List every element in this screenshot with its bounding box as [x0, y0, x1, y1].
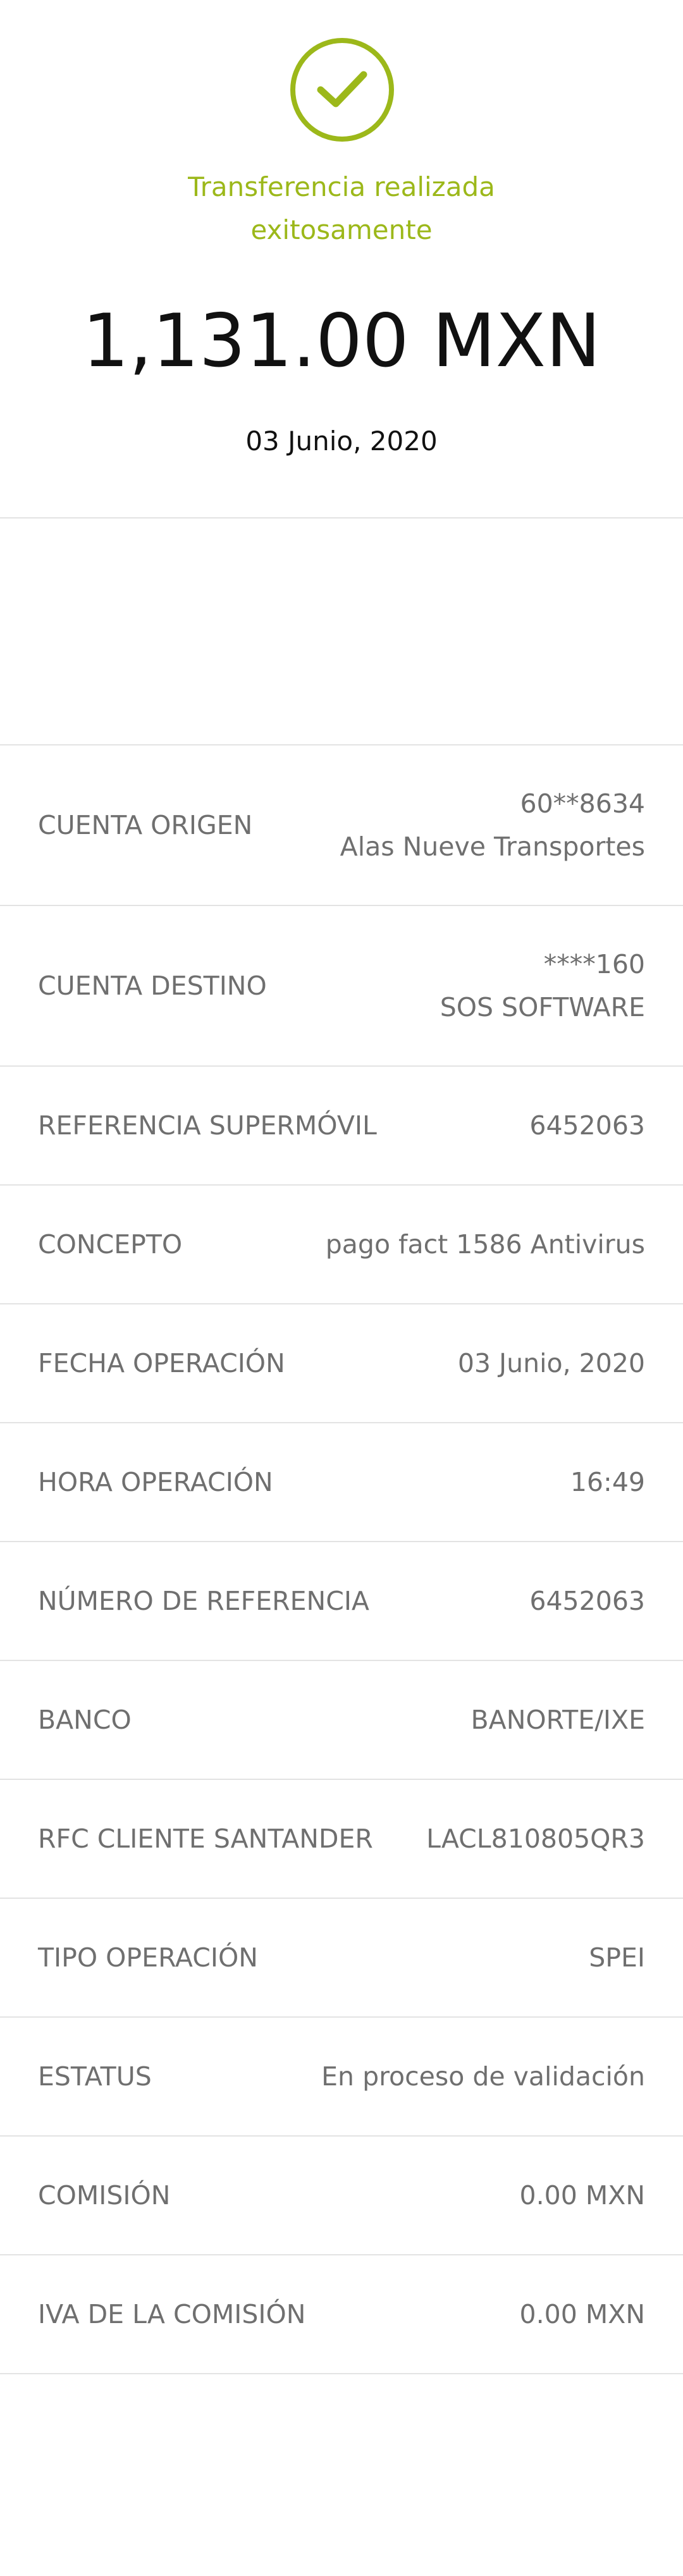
header-divider [0, 517, 683, 518]
detail-row-numero-referencia: NÚMERO DE REFERENCIA 6452063 [0, 1542, 683, 1661]
transfer-details-list: CUENTA ORIGEN 60**8634 Alas Nueve Transp… [0, 744, 683, 2374]
detail-value: SPEI [589, 1942, 645, 1973]
detail-label: HORA OPERACIÓN [38, 1467, 273, 1497]
detail-row-concepto: CONCEPTO pago fact 1586 Antivirus [0, 1186, 683, 1304]
detail-row-hora-operacion: HORA OPERACIÓN 16:49 [0, 1423, 683, 1542]
detail-label: NÚMERO DE REFERENCIA [38, 1586, 369, 1616]
detail-row-cuenta-destino: CUENTA DESTINO ****160 SOS SOFTWARE [0, 906, 683, 1067]
detail-value: 0.00 MXN [519, 2299, 645, 2329]
receipt-header: Transferencia realizada exitosamente 1,1… [0, 0, 683, 517]
success-message-line1: Transferencia realizada [188, 171, 495, 202]
detail-label: FECHA OPERACIÓN [38, 1348, 285, 1378]
detail-label: CUENTA ORIGEN [38, 810, 253, 840]
detail-label: TIPO OPERACIÓN [38, 1942, 258, 1973]
success-check-icon [290, 38, 394, 142]
detail-row-iva-comision: IVA DE LA COMISIÓN 0.00 MXN [0, 2255, 683, 2374]
destination-account-number: ****160 [543, 949, 645, 979]
origin-account-name: Alas Nueve Transportes [340, 831, 645, 862]
status-value: En proceso de validación [321, 2061, 645, 2092]
success-message: Transferencia realizada exitosamente [126, 166, 557, 252]
detail-row-tipo-operacion: TIPO OPERACIÓN SPEI [0, 1899, 683, 2018]
detail-label: RFC CLIENTE SANTANDER [38, 1824, 373, 1854]
detail-label: ESTATUS [38, 2061, 152, 2092]
detail-row-referencia-supermovil: REFERENCIA SUPERMÓVIL 6452063 [0, 1067, 683, 1186]
detail-value: 0.00 MXN [519, 2180, 645, 2211]
detail-value: 03 Junio, 2020 [457, 1348, 645, 1378]
detail-row-fecha-operacion: FECHA OPERACIÓN 03 Junio, 2020 [0, 1304, 683, 1423]
detail-label: REFERENCIA SUPERMÓVIL [38, 1110, 377, 1141]
detail-value: LACL810805QR3 [426, 1824, 645, 1854]
detail-row-cuenta-origen: CUENTA ORIGEN 60**8634 Alas Nueve Transp… [0, 745, 683, 906]
detail-label: IVA DE LA COMISIÓN [38, 2299, 306, 2329]
detail-label: CONCEPTO [38, 1229, 183, 1260]
detail-value: ****160 SOS SOFTWARE [440, 943, 645, 1029]
transfer-amount: 1,131.00 MXN [82, 298, 601, 384]
detail-label: BANCO [38, 1705, 132, 1735]
detail-value: 60**8634 Alas Nueve Transportes [340, 782, 645, 868]
detail-value: 16:49 [570, 1467, 645, 1497]
transfer-date: 03 Junio, 2020 [245, 426, 438, 457]
transfer-receipt-page: Transferencia realizada exitosamente 1,1… [0, 0, 683, 2576]
destination-account-name: SOS SOFTWARE [440, 992, 645, 1022]
detail-row-banco: BANCO BANORTE/IXE [0, 1661, 683, 1780]
detail-row-estatus: ESTATUS En proceso de validación [0, 2018, 683, 2137]
detail-label: CUENTA DESTINO [38, 971, 267, 1001]
success-message-line2: exitosamente [250, 214, 433, 245]
detail-label: COMISIÓN [38, 2180, 171, 2211]
origin-account-number: 60**8634 [520, 788, 645, 819]
detail-value: 6452063 [529, 1110, 645, 1141]
detail-row-comision: COMISIÓN 0.00 MXN [0, 2137, 683, 2255]
detail-value: 6452063 [529, 1586, 645, 1616]
detail-row-rfc-cliente: RFC CLIENTE SANTANDER LACL810805QR3 [0, 1780, 683, 1899]
detail-value: pago fact 1586 Antivirus [325, 1229, 645, 1260]
detail-value: BANORTE/IXE [471, 1705, 645, 1735]
